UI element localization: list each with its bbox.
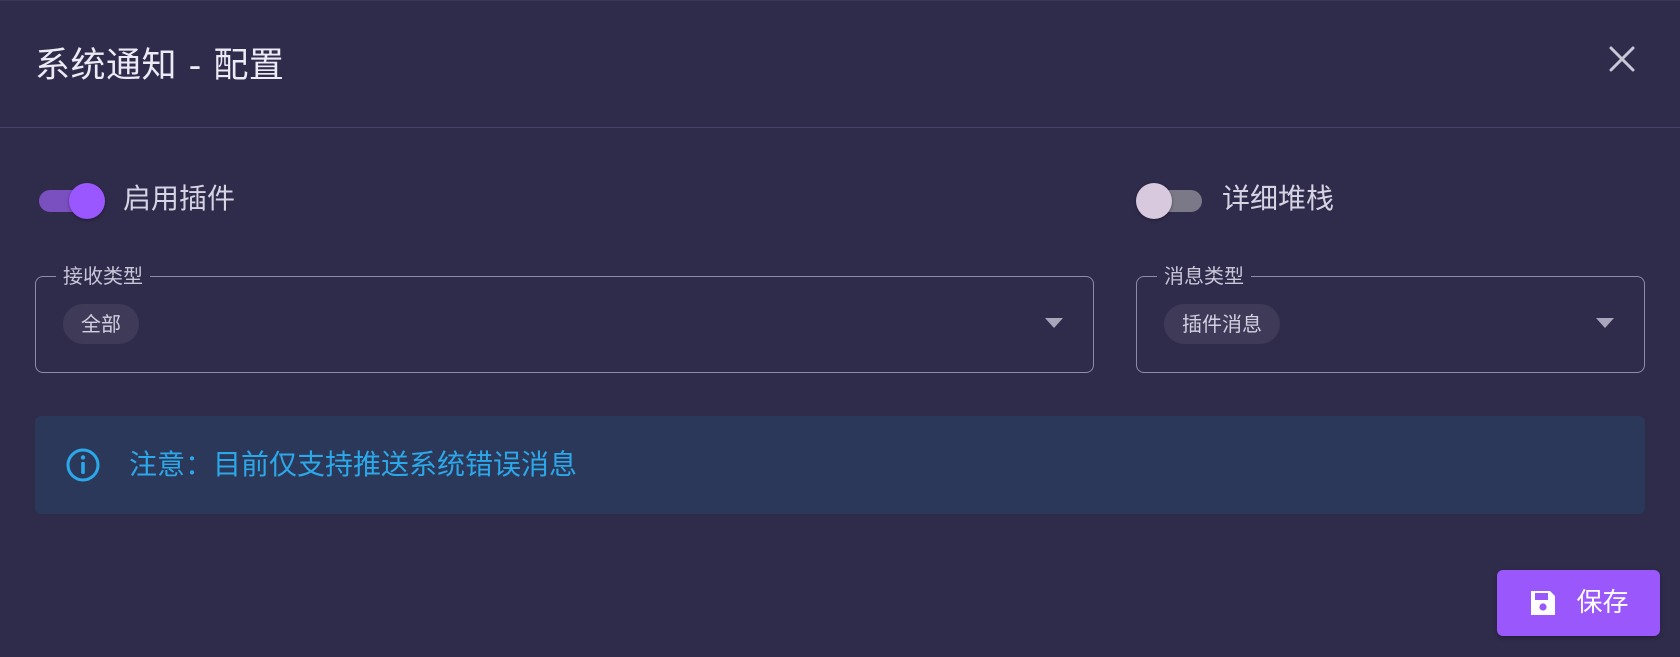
switch-thumb xyxy=(69,183,105,219)
floppy-disk-icon xyxy=(1531,591,1556,615)
close-button[interactable] xyxy=(1602,39,1642,79)
enable-plugin-label: 启用插件 xyxy=(123,182,236,215)
enable-plugin-row: 启用插件 xyxy=(37,179,235,219)
info-icon xyxy=(66,448,100,482)
switch-thumb xyxy=(1136,183,1172,219)
detailed-stack-label: 详细堆栈 xyxy=(1222,182,1335,215)
receive-type-select[interactable]: 接收类型 全部 xyxy=(35,263,1094,373)
dialog-title: 系统通知 - 配置 xyxy=(35,46,285,86)
chevron-down-icon xyxy=(1596,318,1614,328)
message-type-label: 消息类型 xyxy=(1157,263,1251,289)
alert-message: 注意：目前仅支持推送系统错误消息 xyxy=(129,448,578,481)
dialog-header: 系统通知 - 配置 xyxy=(0,1,1680,128)
receive-type-label: 接收类型 xyxy=(56,263,150,289)
message-type-select[interactable]: 消息类型 插件消息 xyxy=(1136,263,1645,373)
receive-type-chip[interactable]: 全部 xyxy=(63,304,139,344)
save-label: 保存 xyxy=(1576,588,1629,618)
detailed-stack-switch[interactable] xyxy=(1136,179,1204,219)
save-button[interactable]: 保存 xyxy=(1497,570,1660,636)
plugin-config-dialog: 系统通知 - 配置 启用插件 详细堆栈 接收类型 全部 消息类型 插件消息 注意… xyxy=(0,0,1680,657)
enable-plugin-switch[interactable] xyxy=(37,179,105,219)
message-type-chip[interactable]: 插件消息 xyxy=(1164,304,1280,344)
info-alert: 注意：目前仅支持推送系统错误消息 xyxy=(35,416,1645,514)
close-icon xyxy=(1609,46,1635,72)
detailed-stack-row: 详细堆栈 xyxy=(1136,179,1334,219)
chevron-down-icon xyxy=(1045,318,1063,328)
